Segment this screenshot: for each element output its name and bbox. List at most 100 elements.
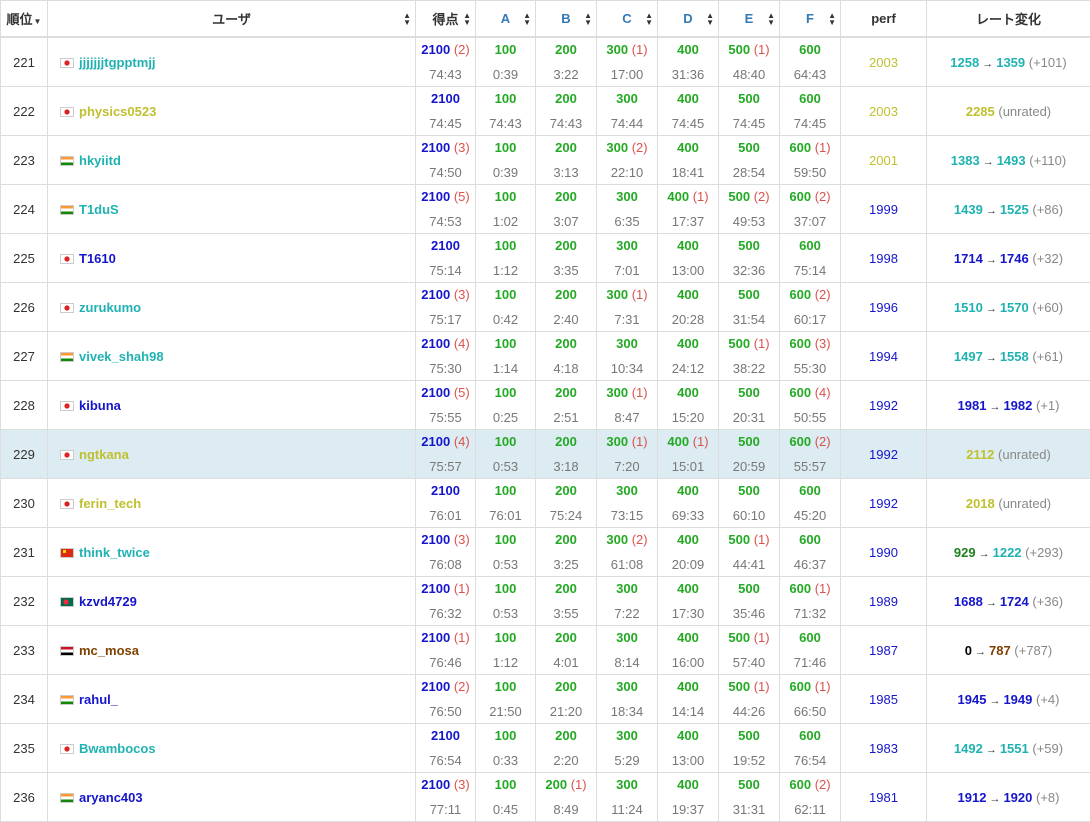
country-flag-icon <box>60 744 74 754</box>
country-flag-icon <box>60 107 74 117</box>
task-penalty: (1) <box>693 189 709 204</box>
rank-header[interactable]: 順位▼ <box>1 1 48 38</box>
username-link[interactable]: ngtkana <box>79 447 129 462</box>
username-link[interactable]: rahul_ <box>79 692 118 707</box>
task-link-e[interactable]: E <box>745 11 754 26</box>
task-link-d[interactable]: D <box>683 11 692 26</box>
rank-cell: 234 <box>1 675 48 724</box>
username-link[interactable]: zurukumo <box>79 300 141 315</box>
user-header[interactable]: ユーザ▲▼ <box>48 1 416 38</box>
task-time: 57:40 <box>719 655 779 670</box>
username-link[interactable]: mc_mosa <box>79 643 139 658</box>
task-time: 8:14 <box>597 655 657 670</box>
username-link[interactable]: ferin_tech <box>79 496 141 511</box>
task-a-cell: 1000:53 <box>476 528 536 577</box>
total-time: 75:55 <box>416 410 475 425</box>
user-cell: ferin_tech <box>48 479 416 528</box>
task-score: 400 <box>677 532 699 547</box>
user-cell: ngtkana <box>48 430 416 479</box>
task-e-cell: 50060:10 <box>719 479 780 528</box>
task-time: 20:28 <box>658 312 718 327</box>
username-link[interactable]: kibuna <box>79 398 121 413</box>
task-time: 74:45 <box>780 116 840 131</box>
username-link[interactable]: kzvd4729 <box>79 594 137 609</box>
task-score: 400 <box>677 238 699 253</box>
task-time: 46:37 <box>780 557 840 572</box>
total-score-cell: 2100 (5) 74:53 <box>416 185 476 234</box>
task-header-b[interactable]: B▲▼ <box>536 1 597 38</box>
total-penalty: (2) <box>454 679 470 694</box>
username-link[interactable]: vivek_shah98 <box>79 349 164 364</box>
task-header-a[interactable]: A▲▼ <box>476 1 536 38</box>
task-score: 600 <box>799 91 821 106</box>
username-link[interactable]: T1610 <box>79 251 116 266</box>
rating-change-cell: 1510→1570 (+60) <box>927 283 1090 332</box>
task-d-cell: 40024:12 <box>658 332 719 381</box>
task-score: 400 <box>677 42 699 57</box>
task-f-cell: 60075:14 <box>780 234 841 283</box>
task-header-e[interactable]: E▲▼ <box>719 1 780 38</box>
username-link[interactable]: jjjjjjjtgpptmjj <box>79 55 156 70</box>
task-time: 49:53 <box>719 214 779 229</box>
task-c-cell: 3006:35 <box>597 185 658 234</box>
table-row: 230 ferin_tech 2100 76:01 10076:0120075:… <box>1 479 1090 528</box>
task-score: 500 <box>728 336 750 351</box>
username-link[interactable]: hkyiitd <box>79 153 121 168</box>
task-b-cell: 2002:40 <box>536 283 597 332</box>
username-link[interactable]: T1duS <box>79 202 119 217</box>
task-score: 300 <box>616 728 638 743</box>
task-time: 10:34 <box>597 361 657 376</box>
table-row: 234 rahul_ 2100 (2) 76:50 10021:5020021:… <box>1 675 1090 724</box>
rating-change-cell: 1492→1551 (+59) <box>927 724 1090 773</box>
task-header-c[interactable]: C ▲▼ <box>597 1 658 38</box>
total-score: 2100 <box>421 630 450 645</box>
task-time: 0:53 <box>476 606 535 621</box>
task-time: 74:43 <box>536 116 596 131</box>
task-header-d[interactable]: D ▲▼ <box>658 1 719 38</box>
sort-icon: ▲▼ <box>645 12 653 26</box>
task-time: 7:01 <box>597 263 657 278</box>
new-rating: 2112 <box>966 447 994 462</box>
task-time: 2:51 <box>536 410 596 425</box>
total-time: 76:32 <box>416 606 475 621</box>
table-row: 225 T1610 2100 75:14 1001:122003:353007:… <box>1 234 1090 283</box>
sort-icon: ▲▼ <box>706 12 714 26</box>
username-link[interactable]: think_twice <box>79 545 150 560</box>
total-score-cell: 2100 (1) 76:46 <box>416 626 476 675</box>
sort-icon: ▲▼ <box>828 12 836 26</box>
task-time: 44:26 <box>719 704 779 719</box>
task-e-cell: 50019:52 <box>719 724 780 773</box>
task-link-b[interactable]: B <box>561 11 570 26</box>
total-score-cell: 2100 (4) 75:57 <box>416 430 476 479</box>
rating-delta: (+32) <box>1029 251 1063 266</box>
new-rating: 1558 <box>1000 349 1029 364</box>
task-time: 73:15 <box>597 508 657 523</box>
total-score: 2100 <box>421 679 450 694</box>
task-a-cell: 1000:53 <box>476 430 536 479</box>
perf-cell: 1983 <box>841 724 927 773</box>
score-header[interactable]: 得点▲▼ <box>416 1 476 38</box>
task-e-cell: 500 (1)44:26 <box>719 675 780 724</box>
total-score-cell: 2100 (1) 76:32 <box>416 577 476 626</box>
task-score: 200 <box>555 434 577 449</box>
task-link-c[interactable]: C <box>622 11 631 26</box>
task-b-cell: 2004:18 <box>536 332 597 381</box>
task-penalty: (3) <box>815 336 831 351</box>
task-score: 100 <box>495 679 517 694</box>
task-d-cell: 40020:09 <box>658 528 719 577</box>
task-link-f[interactable]: F <box>806 11 814 26</box>
username-link[interactable]: aryanc403 <box>79 790 143 805</box>
username-link[interactable]: Bwambocos <box>79 741 156 756</box>
task-header-f[interactable]: F ▲▼ <box>780 1 841 38</box>
task-a-cell: 1000:25 <box>476 381 536 430</box>
task-b-cell: 2004:01 <box>536 626 597 675</box>
rating-delta: (+86) <box>1029 202 1063 217</box>
total-score: 2100 <box>421 385 450 400</box>
task-link-a[interactable]: A <box>501 11 510 26</box>
task-score: 600 <box>799 238 821 253</box>
task-f-cell: 600 (2)62:11 <box>780 773 841 822</box>
user-cell: rahul_ <box>48 675 416 724</box>
task-a-cell: 10021:50 <box>476 675 536 724</box>
username-link[interactable]: physics0523 <box>79 104 156 119</box>
task-time: 66:50 <box>780 704 840 719</box>
